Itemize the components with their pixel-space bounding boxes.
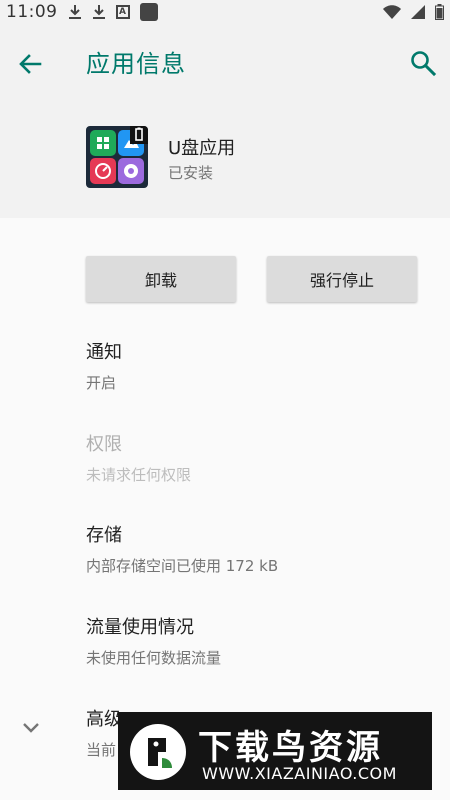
chevron-down-icon[interactable]	[20, 716, 42, 738]
watermark-url: WWW.XIAZAINIAO.COM	[202, 764, 397, 783]
search-button[interactable]	[408, 48, 438, 78]
watermark-banner: 下载鸟资源 WWW.XIAZAINIAO.COM	[118, 712, 432, 790]
pref-data-usage[interactable]: 流量使用情况 未使用任何数据流量	[86, 613, 426, 668]
pref-title: 存储	[86, 525, 122, 546]
arrow-back-icon	[19, 54, 42, 74]
back-button[interactable]	[16, 50, 44, 78]
pref-summary: 未使用任何数据流量	[86, 649, 222, 667]
status-bar: 11:09 A	[0, 0, 450, 24]
pref-title: 通知	[86, 342, 122, 363]
watermark-title: 下载鸟资源	[198, 728, 383, 768]
app-tile-red	[90, 158, 116, 184]
page-title: 应用信息	[86, 50, 186, 78]
pref-permissions: 权限 未请求任何权限	[86, 430, 426, 485]
status-time: 11:09	[6, 2, 58, 22]
download-icon	[92, 4, 106, 20]
status-left: 11:09 A	[6, 2, 158, 22]
bird-logo-icon	[130, 724, 186, 780]
pref-title: 权限	[86, 434, 122, 455]
battery-icon	[435, 4, 444, 20]
square-icon	[139, 3, 158, 21]
pref-summary: 内部存储空间已使用 172 kB	[86, 557, 279, 575]
app-tile-purple	[118, 158, 144, 184]
wifi-icon	[383, 5, 401, 19]
pref-summary: 开启	[86, 374, 117, 392]
app-header: U盘应用 已安装	[0, 102, 450, 218]
signal-icon	[411, 5, 425, 19]
app-tile-green	[90, 130, 116, 156]
force-stop-button[interactable]: 强行停止	[267, 256, 417, 302]
a-box-icon: A	[115, 5, 130, 19]
status-right	[383, 4, 444, 20]
app-name: U盘应用	[168, 138, 236, 159]
pref-summary: 未请求任何权限	[86, 466, 192, 484]
search-icon	[411, 51, 437, 77]
app-icon	[86, 126, 148, 188]
app-bar: 应用信息	[0, 24, 450, 102]
uninstall-button[interactable]: 卸载	[86, 256, 236, 302]
pref-storage[interactable]: 存储 内部存储空间已使用 172 kB	[86, 521, 426, 576]
app-install-status: 已安装	[168, 164, 214, 182]
pref-notifications[interactable]: 通知 开启	[86, 338, 426, 393]
app-badge	[130, 126, 148, 144]
download-icon	[68, 4, 82, 20]
pref-title: 流量使用情况	[86, 617, 194, 638]
